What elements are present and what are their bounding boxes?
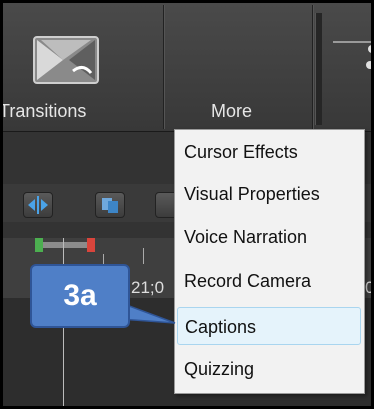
- end-marker[interactable]: [87, 238, 95, 252]
- copy-button[interactable]: [95, 192, 125, 218]
- app-window: Transitions More 21;0 0 Cursor Effects V…: [0, 0, 374, 409]
- menu-item-visual-properties[interactable]: Visual Properties: [177, 175, 361, 213]
- step-callout: 3a: [30, 264, 130, 328]
- split-icon: [28, 196, 48, 214]
- menu-item-cursor-effects[interactable]: Cursor Effects: [177, 133, 361, 171]
- ruler-tick: [103, 254, 104, 264]
- time-label-right: 0: [365, 278, 374, 297]
- top-toolbar: Transitions More: [3, 3, 371, 132]
- start-marker[interactable]: [35, 238, 43, 252]
- split-button[interactable]: [23, 192, 53, 218]
- more-dropdown-menu: Cursor Effects Visual Properties Voice N…: [174, 129, 365, 394]
- menu-item-quizzing[interactable]: Quizzing: [177, 350, 361, 388]
- transitions-icon: [33, 36, 99, 84]
- toolbar-divider: [315, 13, 322, 125]
- copy-icon: [102, 198, 118, 213]
- more-button[interactable]: More: [164, 5, 371, 129]
- time-label: 21;0: [131, 278, 165, 297]
- selection-range: [43, 242, 87, 248]
- callout-label: 3a: [63, 279, 97, 312]
- menu-item-captions[interactable]: Captions: [177, 307, 361, 345]
- transitions-button[interactable]: Transitions: [3, 5, 164, 129]
- more-icon: [366, 45, 371, 69]
- menu-item-voice-narration[interactable]: Voice Narration: [177, 218, 361, 256]
- transitions-label: Transitions: [0, 101, 87, 121]
- menu-item-record-camera[interactable]: Record Camera: [177, 262, 361, 300]
- ruler-tick: [143, 248, 144, 264]
- toolbar-line: [333, 41, 371, 43]
- more-label: More: [211, 101, 253, 121]
